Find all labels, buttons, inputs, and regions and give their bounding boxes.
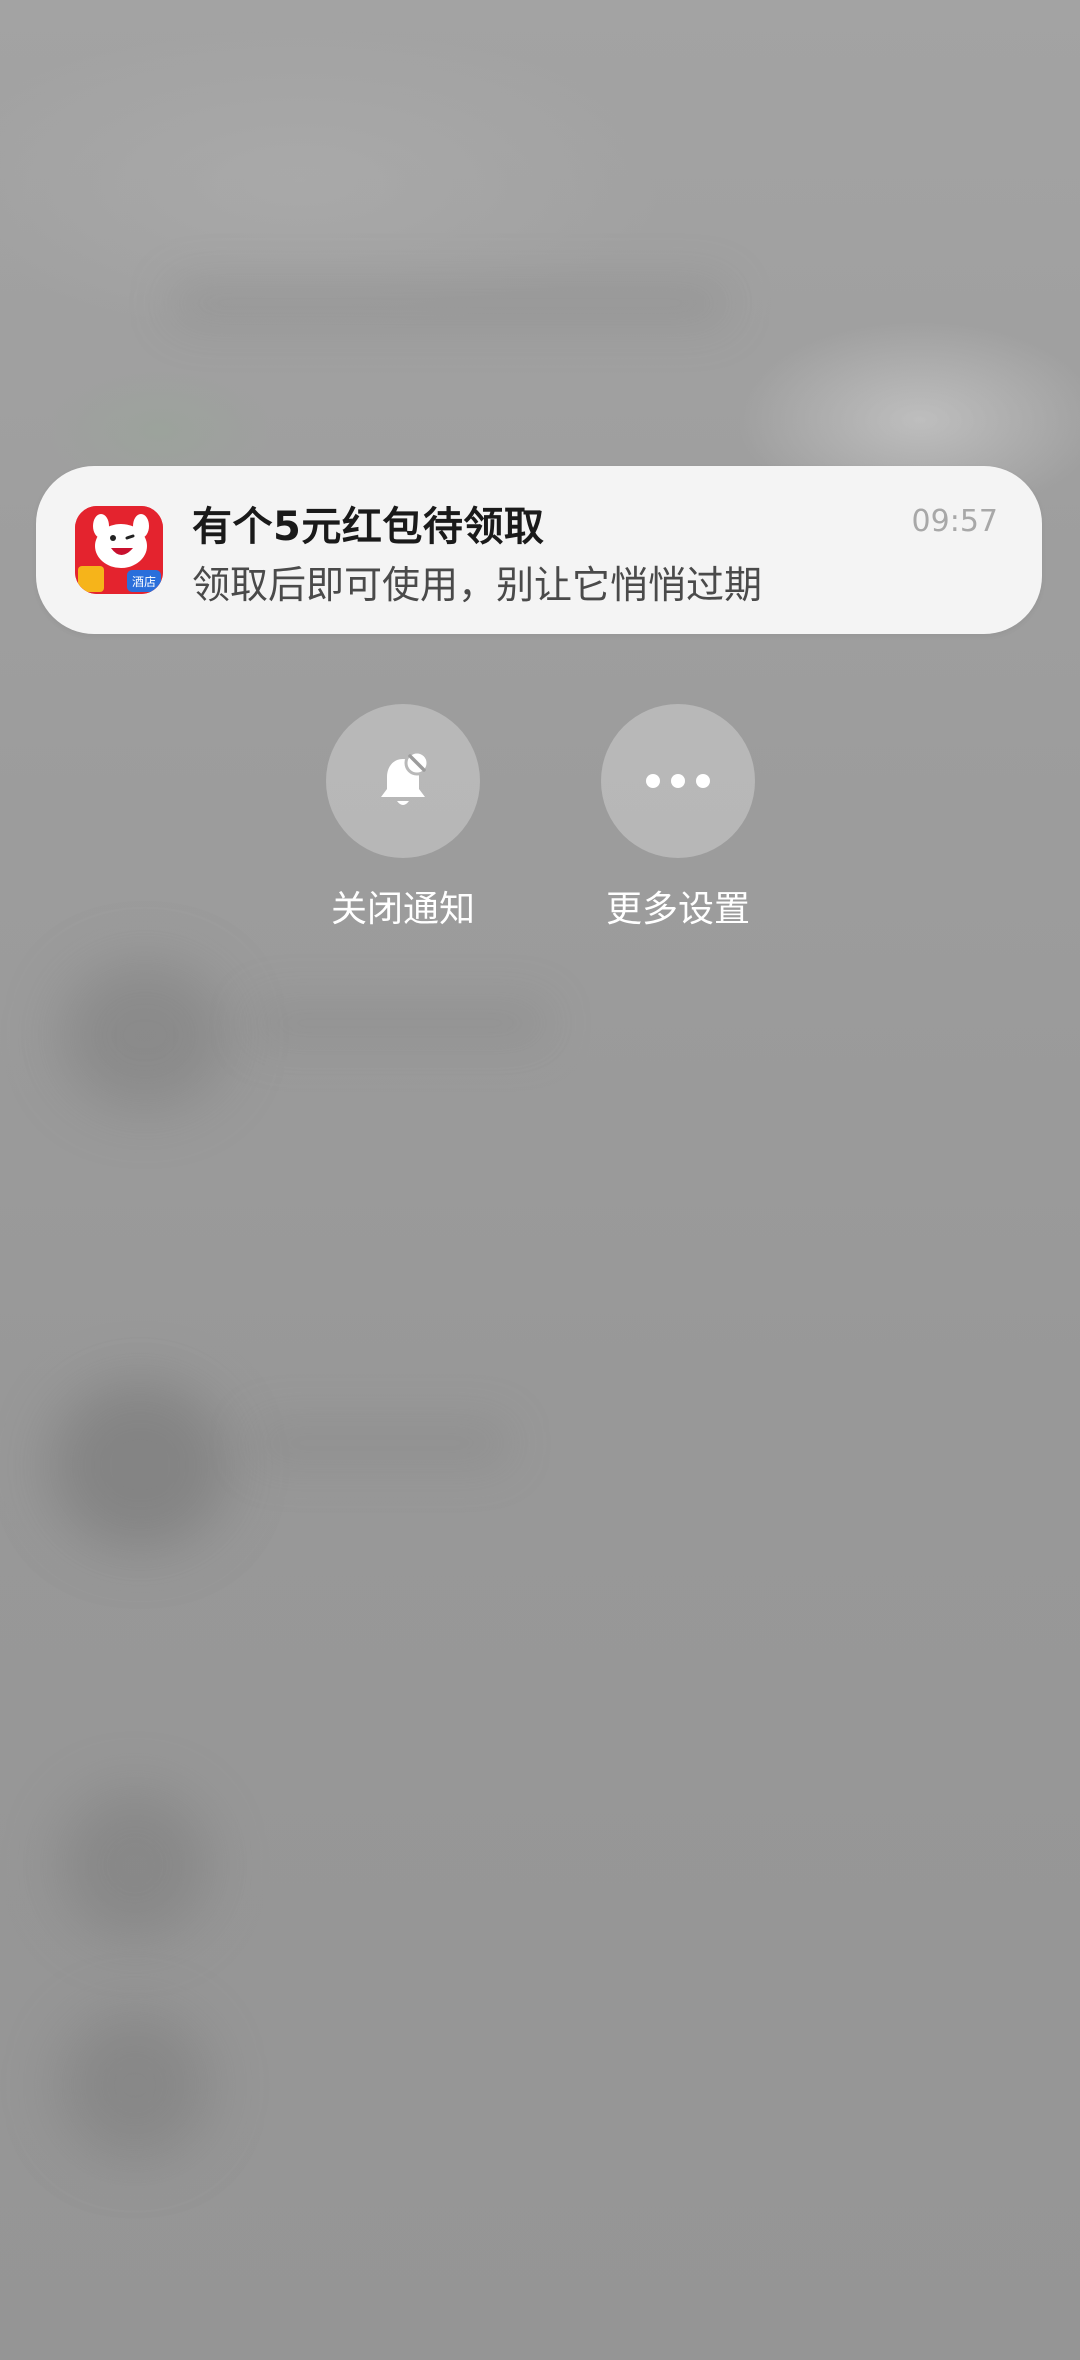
turn-off-notifications-button[interactable]: 关闭通知 [323,704,483,932]
turn-off-notifications-circle[interactable] [326,704,480,858]
background-stripe [250,1420,510,1466]
background-blob [60,960,230,1110]
background-stripe [250,1000,550,1046]
notification-time: 09:57 [911,504,998,539]
background-blob [60,2010,210,2160]
background-stripe [170,280,730,326]
notification-title: 有个5元红包待领取 [192,504,545,550]
background-blob [60,1790,210,1940]
more-settings-button[interactable]: 更多设置 [598,704,758,932]
more-settings-label: 更多设置 [605,889,750,930]
app-icon: 酒店 [75,506,163,594]
notification-card[interactable]: 酒店 有个5元红包待领取 领取后即可使用，别让它悄悄过期 09:57 [36,466,1042,634]
more-settings-circle[interactable] [601,704,755,858]
turn-off-notifications-label: 关闭通知 [330,889,475,930]
notification-body: 领取后即可使用，别让它悄悄过期 [192,563,763,607]
blurred-background [0,0,1080,2360]
bell-off-icon [381,750,430,805]
background-blob [50,1380,230,1550]
app-icon-badge-text: 酒店 [132,575,156,589]
app-icon-graphic: 酒店 [75,506,163,594]
more-icon [646,774,710,788]
